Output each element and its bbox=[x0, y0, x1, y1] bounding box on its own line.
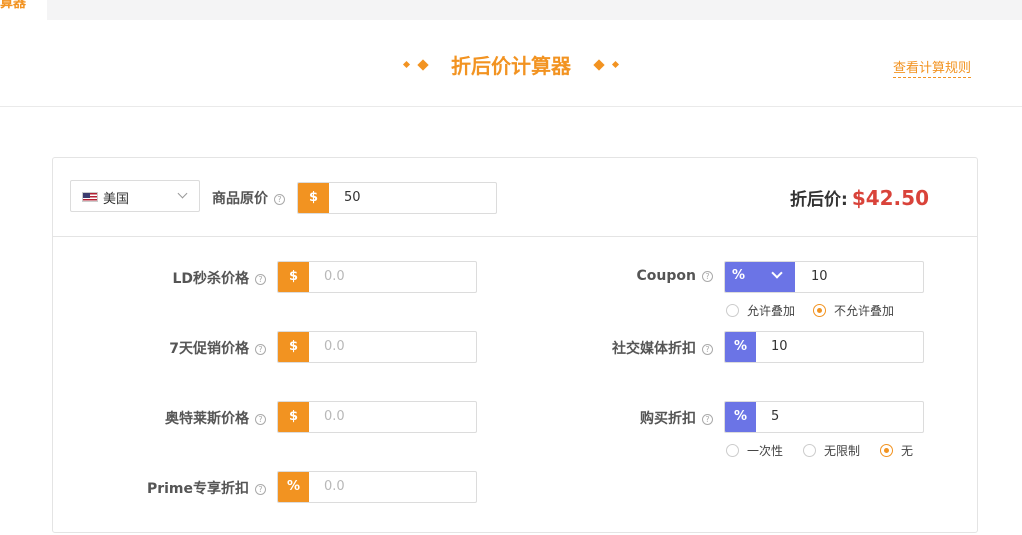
coupon-input[interactable]: % 10 bbox=[724, 261, 924, 293]
7day-promo-label: 7天促销价格 bbox=[169, 341, 249, 357]
social-discount-input[interactable]: % 10 bbox=[724, 331, 924, 363]
7day-promo-input[interactable]: $ 0.0 bbox=[277, 331, 477, 363]
help-icon[interactable]: ? bbox=[255, 344, 266, 355]
radio-label: 一次性 bbox=[747, 444, 784, 458]
coupon-label-row: Coupon? bbox=[533, 268, 713, 284]
social-discount-label-row: 社交媒体折扣? bbox=[533, 338, 713, 358]
radio-icon bbox=[726, 444, 739, 457]
coupon-value: 10 bbox=[811, 269, 828, 284]
radio-label: 无限制 bbox=[824, 444, 861, 458]
final-price: 折后价: $42.50 bbox=[790, 185, 929, 210]
radio-allow-stack[interactable]: 允许叠加 bbox=[726, 302, 795, 319]
country-value: 美国 bbox=[103, 192, 130, 207]
radio-one-time[interactable]: 一次性 bbox=[726, 442, 783, 459]
tab-bar-background bbox=[47, 0, 1022, 20]
ld-deal-input[interactable]: $ 0.0 bbox=[277, 261, 477, 293]
help-icon[interactable]: ? bbox=[274, 194, 285, 205]
help-icon[interactable]: ? bbox=[702, 344, 713, 355]
title-wrap: 折后价计算器 bbox=[0, 50, 1022, 79]
help-icon[interactable]: ? bbox=[702, 414, 713, 425]
chevron-down-icon bbox=[771, 267, 783, 279]
ld-deal-label: LD秒杀价格 bbox=[172, 271, 249, 287]
7day-promo-label-row: 7天促销价格? bbox=[53, 338, 266, 358]
radio-none[interactable]: 无 bbox=[880, 442, 913, 459]
ld-deal-placeholder: 0.0 bbox=[324, 269, 345, 284]
social-discount-label: 社交媒体折扣 bbox=[612, 341, 696, 357]
diamond-icon bbox=[402, 60, 410, 69]
tab-label-fragment[interactable]: 算器 bbox=[0, 0, 26, 11]
radio-label: 无 bbox=[901, 444, 914, 458]
percent-prefix: % bbox=[725, 402, 756, 432]
radio-label: 不允许叠加 bbox=[834, 304, 895, 318]
purchase-discount-label: 购买折扣 bbox=[640, 411, 696, 427]
purchase-discount-label-row: 购买折扣? bbox=[533, 408, 713, 428]
price-label-row: 商品原价? bbox=[212, 188, 285, 208]
view-rules-link[interactable]: 查看计算规则 bbox=[893, 61, 972, 78]
radio-icon bbox=[803, 444, 816, 457]
help-icon[interactable]: ? bbox=[255, 274, 266, 285]
7day-promo-placeholder: 0.0 bbox=[324, 339, 345, 354]
diamond-icon bbox=[417, 58, 429, 71]
price-value: 50 bbox=[344, 190, 361, 205]
help-icon[interactable]: ? bbox=[255, 484, 266, 495]
radio-checked-icon bbox=[880, 444, 893, 457]
price-label: 商品原价 bbox=[212, 191, 268, 207]
social-discount-value: 10 bbox=[771, 339, 788, 354]
card-top-section: 美国 商品原价? $ 50 折后价: $42.50 bbox=[53, 158, 977, 237]
radio-no-stack[interactable]: 不允许叠加 bbox=[813, 302, 894, 319]
final-price-value: $42.50 bbox=[851, 186, 929, 210]
percent-prefix: % bbox=[725, 332, 756, 362]
radio-unlimited[interactable]: 无限制 bbox=[803, 442, 860, 459]
prime-discount-label: Prime专享折扣 bbox=[146, 481, 249, 497]
ld-deal-label-row: LD秒杀价格? bbox=[53, 268, 266, 288]
dollar-prefix: $ bbox=[278, 402, 309, 432]
radio-icon bbox=[726, 304, 739, 317]
percent-prefix: % bbox=[278, 472, 309, 502]
purchase-discount-value: 5 bbox=[771, 409, 780, 424]
dollar-prefix: $ bbox=[278, 332, 309, 362]
calculator-card: 美国 商品原价? $ 50 折后价: $42.50 LD秒杀价格? $ 0.0 7… bbox=[52, 157, 978, 533]
page-title: 折后价计算器 bbox=[451, 54, 571, 78]
diamond-icon bbox=[593, 58, 605, 71]
coupon-label: Coupon bbox=[636, 268, 696, 284]
radio-label: 允许叠加 bbox=[747, 304, 796, 318]
country-select[interactable]: 美国 bbox=[70, 180, 200, 212]
top-tab-bar: 算器 bbox=[0, 0, 1022, 20]
coupon-type-value: % bbox=[732, 268, 746, 283]
outlet-price-label: 奥特莱斯价格 bbox=[165, 411, 249, 427]
radio-checked-icon bbox=[813, 304, 826, 317]
diamond-icon bbox=[612, 60, 620, 69]
dollar-prefix: $ bbox=[298, 183, 329, 213]
us-flag-icon bbox=[82, 192, 98, 202]
outlet-price-input[interactable]: $ 0.0 bbox=[277, 401, 477, 433]
help-icon[interactable]: ? bbox=[255, 414, 266, 425]
price-input[interactable]: $ 50 bbox=[297, 182, 497, 214]
help-icon[interactable]: ? bbox=[702, 271, 713, 282]
prime-discount-label-row: Prime专享折扣? bbox=[53, 478, 266, 498]
outlet-price-label-row: 奥特莱斯价格? bbox=[53, 408, 266, 428]
outlet-price-placeholder: 0.0 bbox=[324, 409, 345, 424]
chevron-down-icon bbox=[177, 188, 188, 199]
prime-discount-placeholder: 0.0 bbox=[324, 479, 345, 494]
dollar-prefix: $ bbox=[278, 262, 309, 292]
prime-discount-input[interactable]: % 0.0 bbox=[277, 471, 477, 503]
coupon-type-select[interactable]: % bbox=[725, 262, 795, 292]
purchase-discount-input[interactable]: % 5 bbox=[724, 401, 924, 433]
page-header: 折后价计算器 查看计算规则 bbox=[0, 20, 1022, 107]
final-price-label: 折后价: bbox=[790, 190, 848, 210]
